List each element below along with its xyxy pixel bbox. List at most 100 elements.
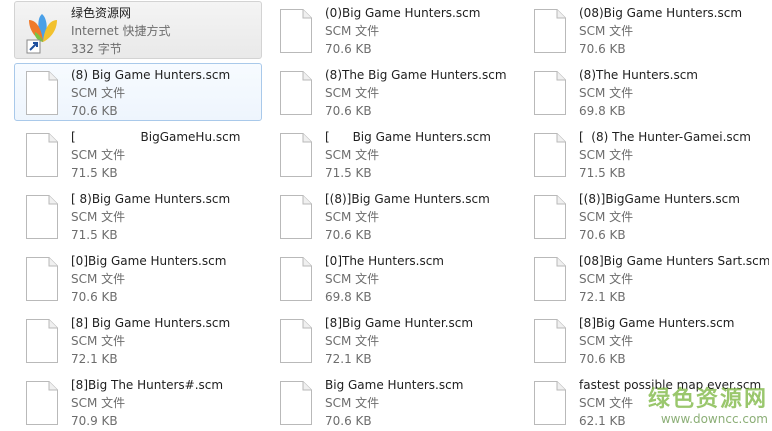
- item-type: SCM 文件: [325, 24, 380, 38]
- file-item[interactable]: [0]Big Game Hunters.scm SCM 文件 70.6 KB: [14, 249, 262, 307]
- item-name: (8) Big Game Hunters.scm: [71, 68, 231, 82]
- item-name: [08]Big Game Hunters Sart.scm: [579, 254, 769, 268]
- file-item[interactable]: [0]The Hunters.scm SCM 文件 69.8 KB: [268, 249, 516, 307]
- file-item[interactable]: (0)Big Game Hunters.scm SCM 文件 70.6 KB: [268, 1, 516, 59]
- item-size: 70.6 KB: [325, 228, 372, 242]
- item-type: SCM 文件: [325, 334, 380, 348]
- file-item[interactable]: (8)The Big Game Hunters.scm SCM 文件 70.6 KB: [268, 63, 516, 121]
- blank-file-icon: [279, 256, 313, 302]
- item-size: 69.8 KB: [579, 104, 626, 118]
- item-type: SCM 文件: [325, 272, 380, 286]
- item-size: 71.5 KB: [71, 166, 118, 180]
- file-item[interactable]: [ BigGameHu.scm SCM 文件 71.5 KB: [14, 125, 262, 183]
- item-type: SCM 文件: [579, 24, 634, 38]
- item-size: 70.6 KB: [325, 42, 372, 56]
- file-item[interactable]: (08)Big Game Hunters.scm SCM 文件 70.6 KB: [522, 1, 770, 59]
- item-name: (8)The Hunters.scm: [579, 68, 698, 82]
- item-type: SCM 文件: [71, 210, 126, 224]
- item-name: [ Big Game Hunters.scm: [325, 130, 491, 144]
- item-text: [8] Big Game Hunters.scm SCM 文件 72.1 KB: [71, 314, 261, 368]
- blank-file-icon: [533, 8, 567, 54]
- item-name: [(8)]BigGame Hunters.scm: [579, 192, 740, 206]
- item-name: [0]Big Game Hunters.scm: [71, 254, 227, 268]
- item-type: SCM 文件: [579, 272, 634, 286]
- file-item[interactable]: (8) Big Game Hunters.scm SCM 文件 70.6 KB: [14, 63, 262, 121]
- file-item[interactable]: [8]Big Game Hunter.scm SCM 文件 72.1 KB: [268, 311, 516, 369]
- item-name: [ (8) The Hunter-Gamei.scm: [579, 130, 751, 144]
- item-size: 71.5 KB: [325, 166, 372, 180]
- item-type: SCM 文件: [71, 272, 126, 286]
- item-size: 70.9 KB: [71, 414, 118, 428]
- item-text: [8]Big Game Hunter.scm SCM 文件 72.1 KB: [325, 314, 515, 368]
- item-type: SCM 文件: [71, 86, 126, 100]
- item-type: SCM 文件: [71, 334, 126, 348]
- item-type: SCM 文件: [71, 148, 126, 162]
- blank-file-icon: [25, 70, 59, 116]
- item-text: (8) Big Game Hunters.scm SCM 文件 70.6 KB: [71, 66, 261, 120]
- item-type: SCM 文件: [71, 396, 126, 410]
- item-text: (8)The Hunters.scm SCM 文件 69.8 KB: [579, 66, 769, 120]
- item-text: [(8)]Big Game Hunters.scm SCM 文件 70.6 KB: [325, 190, 515, 244]
- item-text: [8]Big The Hunters#.scm SCM 文件 70.9 KB: [71, 376, 261, 430]
- item-size: 72.1 KB: [325, 352, 372, 366]
- item-text: [0]Big Game Hunters.scm SCM 文件 70.6 KB: [71, 252, 261, 306]
- file-item[interactable]: [08]Big Game Hunters Sart.scm SCM 文件 72.1 …: [522, 249, 770, 307]
- file-item[interactable]: [ Big Game Hunters.scm SCM 文件 71.5 KB: [268, 125, 516, 183]
- file-item[interactable]: fastest possible map ever.scm SCM 文件 62.1 …: [522, 373, 770, 431]
- blank-file-icon: [533, 318, 567, 364]
- file-item[interactable]: [8] Big Game Hunters.scm SCM 文件 72.1 KB: [14, 311, 262, 369]
- item-text: (08)Big Game Hunters.scm SCM 文件 70.6 KB: [579, 4, 769, 58]
- item-name: [0]The Hunters.scm: [325, 254, 444, 268]
- item-text: (0)Big Game Hunters.scm SCM 文件 70.6 KB: [325, 4, 515, 58]
- blank-file-icon: [533, 256, 567, 302]
- item-name: Big Game Hunters.scm: [325, 378, 464, 392]
- blank-file-icon: [533, 380, 567, 426]
- item-size: 70.6 KB: [579, 352, 626, 366]
- blank-file-icon: [25, 256, 59, 302]
- item-type: SCM 文件: [325, 210, 380, 224]
- item-text: [ 8)Big Game Hunters.scm SCM 文件 71.5 KB: [71, 190, 261, 244]
- item-type: SCM 文件: [579, 334, 634, 348]
- item-type: SCM 文件: [325, 148, 380, 162]
- item-size: 70.6 KB: [71, 104, 118, 118]
- item-name: (08)Big Game Hunters.scm: [579, 6, 743, 20]
- file-item[interactable]: [8]Big Game Hunters.scm SCM 文件 70.6 KB: [522, 311, 770, 369]
- blank-file-icon: [279, 132, 313, 178]
- item-name: [(8)]Big Game Hunters.scm: [325, 192, 490, 206]
- item-text: Big Game Hunters.scm SCM 文件 70.6 KB: [325, 376, 515, 430]
- item-name: [ 8)Big Game Hunters.scm: [71, 192, 231, 206]
- item-size: 332 字节: [71, 42, 122, 56]
- item-text: [(8)]BigGame Hunters.scm SCM 文件 70.6 KB: [579, 190, 769, 244]
- blank-file-icon: [25, 380, 59, 426]
- item-name: [8]Big Game Hunter.scm: [325, 316, 474, 330]
- item-size: 72.1 KB: [579, 290, 626, 304]
- item-size: 70.6 KB: [579, 228, 626, 242]
- file-item[interactable]: [(8)]BigGame Hunters.scm SCM 文件 70.6 KB: [522, 187, 770, 245]
- item-size: 69.8 KB: [325, 290, 372, 304]
- item-size: 62.1 KB: [579, 414, 626, 428]
- item-type: SCM 文件: [579, 396, 634, 410]
- item-name: 绿色资源网: [71, 6, 132, 20]
- file-item[interactable]: [ (8) The Hunter-Gamei.scm SCM 文件 71.5 KB: [522, 125, 770, 183]
- item-name: [8]Big Game Hunters.scm: [579, 316, 735, 330]
- blank-file-icon: [279, 194, 313, 240]
- item-size: 70.6 KB: [325, 414, 372, 428]
- item-type: SCM 文件: [579, 148, 634, 162]
- item-type: SCM 文件: [325, 86, 380, 100]
- item-text: [ (8) The Hunter-Gamei.scm SCM 文件 71.5 KB: [579, 128, 769, 182]
- item-text: 绿色资源网 Internet 快捷方式 332 字节: [71, 4, 261, 58]
- shortcut-item[interactable]: 绿色资源网 Internet 快捷方式 332 字节: [14, 1, 262, 59]
- item-name: [ BigGameHu.scm: [71, 130, 241, 144]
- item-size: 70.6 KB: [325, 104, 372, 118]
- file-item[interactable]: (8)The Hunters.scm SCM 文件 69.8 KB: [522, 63, 770, 121]
- file-item[interactable]: Big Game Hunters.scm SCM 文件 70.6 KB: [268, 373, 516, 431]
- item-text: [ Big Game Hunters.scm SCM 文件 71.5 KB: [325, 128, 515, 182]
- item-size: 71.5 KB: [579, 166, 626, 180]
- item-size: 71.5 KB: [71, 228, 118, 242]
- item-text: [0]The Hunters.scm SCM 文件 69.8 KB: [325, 252, 515, 306]
- item-type: SCM 文件: [579, 86, 634, 100]
- item-name: (8)The Big Game Hunters.scm: [325, 68, 507, 82]
- file-item[interactable]: [8]Big The Hunters#.scm SCM 文件 70.9 KB: [14, 373, 262, 431]
- file-item[interactable]: [ 8)Big Game Hunters.scm SCM 文件 71.5 KB: [14, 187, 262, 245]
- file-item[interactable]: [(8)]Big Game Hunters.scm SCM 文件 70.6 KB: [268, 187, 516, 245]
